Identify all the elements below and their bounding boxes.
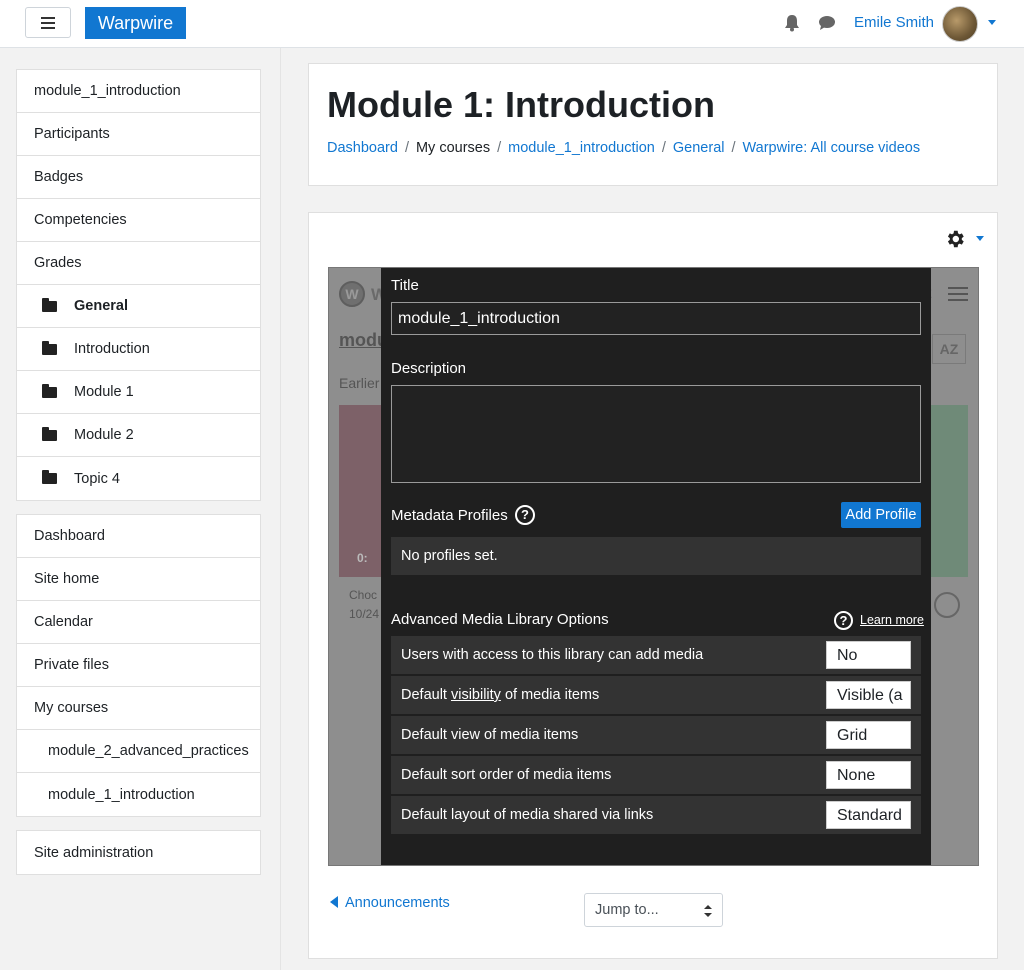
- drawer-item-module-1[interactable]: Module 1: [17, 371, 260, 414]
- library-settings-modal: Title module_1_introduction Description …: [381, 268, 931, 865]
- no-profiles-message: No profiles set.: [391, 537, 921, 575]
- menu-icon: [948, 287, 968, 301]
- avatar[interactable]: [942, 6, 978, 42]
- video-thumbnail: [928, 405, 968, 577]
- option-row-view: Default view of media items Grid: [391, 716, 921, 754]
- folder-icon: [42, 384, 57, 398]
- shared-layout-select[interactable]: Standard: [826, 801, 911, 829]
- select-arrows-icon: [704, 905, 712, 917]
- folder-icon: [42, 470, 57, 484]
- breadcrumb-dashboard[interactable]: Dashboard: [327, 140, 398, 156]
- description-label: Description: [391, 360, 467, 377]
- chat-icon[interactable]: [818, 15, 836, 31]
- previous-activity-link[interactable]: Announcements: [330, 895, 450, 911]
- drawer-item-course-module-1[interactable]: module_1_introduction: [17, 773, 260, 816]
- metadata-profiles-label: Metadata Profiles: [391, 507, 508, 524]
- option-row-add-media: Users with access to this library can ad…: [391, 636, 921, 674]
- add-profile-button[interactable]: Add Profile: [841, 502, 921, 528]
- drawer-item-module-2[interactable]: Module 2: [17, 414, 260, 457]
- warpwire-logo: W: [339, 281, 365, 307]
- menu-toggle-button[interactable]: [25, 7, 71, 38]
- page-header: Module 1: Introduction Dashboard / My cour…: [308, 63, 998, 186]
- help-icon[interactable]: ?: [515, 505, 535, 525]
- bell-icon[interactable]: [783, 14, 801, 32]
- user-name[interactable]: Emile Smith: [854, 14, 934, 31]
- more-options-icon: [934, 592, 960, 618]
- drawer-item-badges[interactable]: Badges: [17, 156, 260, 199]
- folder-icon: [42, 341, 57, 355]
- option-row-shared-layout: Default layout of media shared via links…: [391, 796, 921, 834]
- course-nav-group: module_1_introduction Participants Badge…: [16, 69, 261, 501]
- top-navbar: Warpwire Emile Smith: [0, 0, 1024, 48]
- drawer-item-site-home[interactable]: Site home: [17, 558, 260, 601]
- advanced-options-label: Advanced Media Library Options: [391, 611, 609, 628]
- folder-icon: [42, 298, 57, 312]
- drawer-item-grades[interactable]: Grades: [17, 242, 260, 285]
- arrow-left-icon: [330, 896, 338, 908]
- gear-icon[interactable]: [944, 228, 966, 250]
- nav-drawer: module_1_introduction Participants Badge…: [0, 48, 281, 970]
- drawer-item-private-files[interactable]: Private files: [17, 644, 260, 687]
- admin-nav-group: Site administration: [16, 830, 261, 875]
- option-row-visibility: Default visibility of media items Visibl…: [391, 676, 921, 714]
- learn-more-link[interactable]: Learn more: [860, 613, 924, 627]
- breadcrumb: Dashboard / My courses / module_1_introducti…: [327, 140, 921, 156]
- breadcrumb-warpwire-videos[interactable]: Warpwire: All course videos: [743, 140, 921, 156]
- jump-to-select[interactable]: Jump to...: [584, 893, 723, 927]
- view-select[interactable]: Grid: [826, 721, 911, 749]
- sort-order-select[interactable]: None: [826, 761, 911, 789]
- add-media-select[interactable]: No: [826, 641, 911, 669]
- sort-icon: AZ: [932, 334, 966, 364]
- breadcrumb-my-courses: My courses: [415, 140, 491, 156]
- drawer-item-topic-4[interactable]: Topic 4: [17, 457, 260, 500]
- folder-icon: [42, 427, 57, 441]
- hamburger-icon: [41, 16, 55, 19]
- title-input[interactable]: module_1_introduction: [391, 302, 921, 335]
- option-row-sort-order: Default sort order of media items None: [391, 756, 921, 794]
- drawer-item-competencies[interactable]: Competencies: [17, 199, 260, 242]
- site-nav-group: Dashboard Site home Calendar Private fil…: [16, 514, 261, 817]
- drawer-item-site-administration[interactable]: Site administration: [17, 831, 260, 874]
- chevron-down-icon[interactable]: [976, 236, 984, 241]
- title-label: Title: [391, 277, 419, 294]
- brand-logo[interactable]: Warpwire: [85, 7, 186, 39]
- drawer-item-course[interactable]: module_1_introduction: [17, 70, 260, 113]
- drawer-item-course-module-2[interactable]: module_2_advanced_practices: [17, 730, 260, 773]
- visibility-select[interactable]: Visible (a: [826, 681, 911, 709]
- page-title: Module 1: Introduction: [327, 84, 715, 125]
- breadcrumb-general[interactable]: General: [673, 140, 725, 156]
- description-textarea[interactable]: [391, 385, 921, 483]
- drawer-item-my-courses[interactable]: My courses: [17, 687, 260, 730]
- help-icon[interactable]: ?: [834, 611, 853, 630]
- chevron-down-icon[interactable]: [988, 20, 996, 25]
- drawer-item-calendar[interactable]: Calendar: [17, 601, 260, 644]
- drawer-item-general[interactable]: General: [17, 285, 260, 328]
- visibility-term[interactable]: visibility: [451, 687, 501, 703]
- breadcrumb-course[interactable]: module_1_introduction: [508, 140, 655, 156]
- drawer-item-introduction[interactable]: Introduction: [17, 328, 260, 371]
- drawer-item-participants[interactable]: Participants: [17, 113, 260, 156]
- drawer-item-dashboard[interactable]: Dashboard: [17, 515, 260, 558]
